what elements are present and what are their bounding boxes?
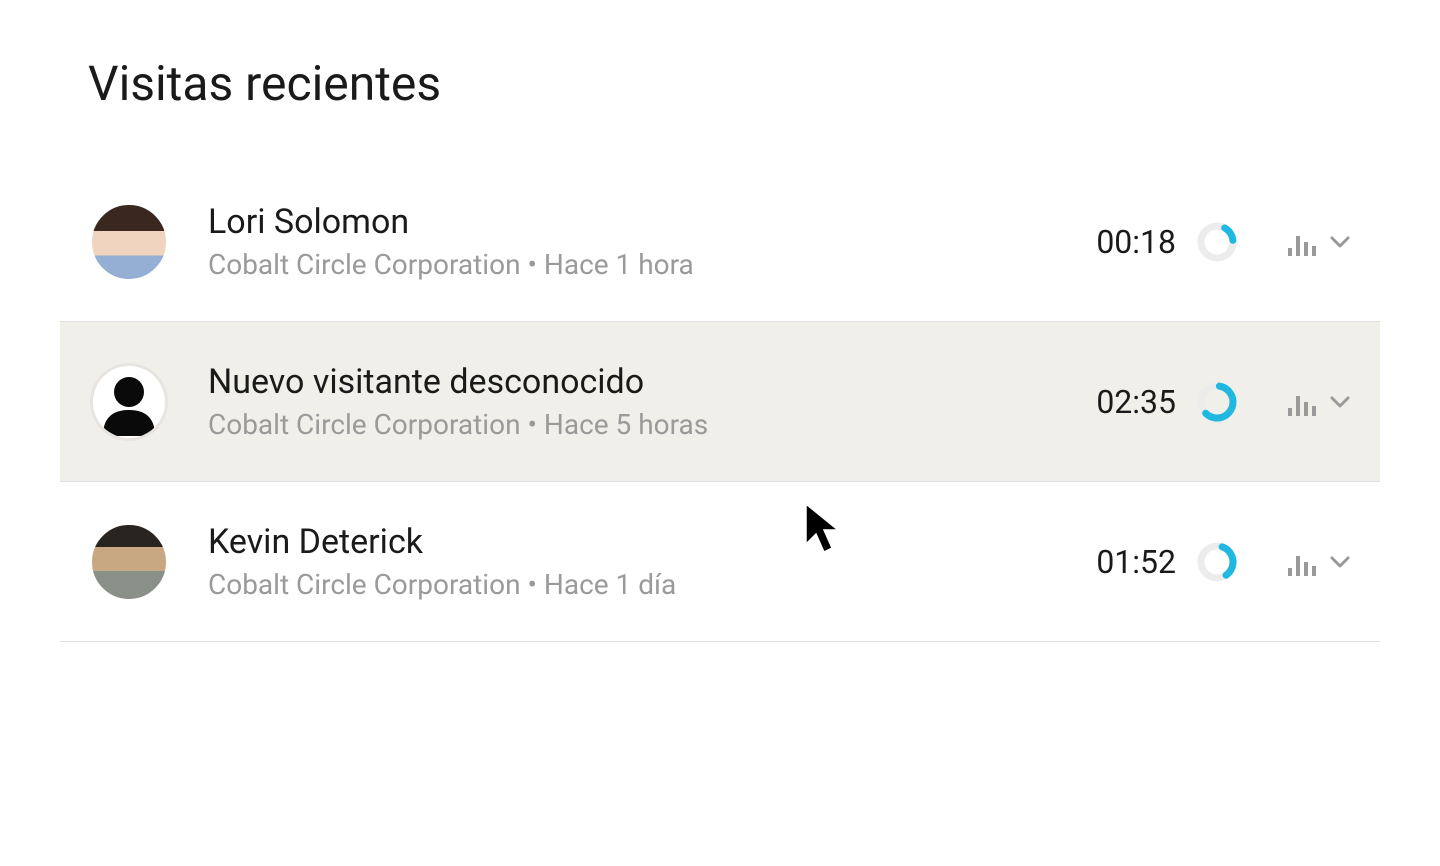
- expand-action[interactable]: [1288, 548, 1350, 576]
- visit-duration: 01:52: [1076, 543, 1176, 581]
- visitor-name: Nuevo visitante desconocido: [208, 362, 1076, 402]
- visitor-time-ago: Hace 5 horas: [544, 408, 708, 441]
- visit-info: Nuevo visitante desconocido Cobalt Circl…: [208, 362, 1076, 441]
- visitor-name: Lori Solomon: [208, 202, 1076, 242]
- bars-icon: [1288, 388, 1318, 416]
- page-title: Visitas recientes: [88, 55, 1380, 112]
- visit-list: Lori Solomon Cobalt Circle Corporation •…: [60, 162, 1380, 642]
- visit-info: Lori Solomon Cobalt Circle Corporation •…: [208, 202, 1076, 281]
- visitor-time-ago: Hace 1 hora: [544, 248, 694, 281]
- avatar: [90, 363, 168, 441]
- visitor-company: Cobalt Circle Corporation: [208, 248, 521, 281]
- visitor-meta: Cobalt Circle Corporation • Hace 1 día: [208, 568, 1076, 601]
- visit-duration: 02:35: [1076, 383, 1176, 421]
- visit-row[interactable]: Kevin Deterick Cobalt Circle Corporation…: [60, 482, 1380, 642]
- visit-row[interactable]: Nuevo visitante desconocido Cobalt Circl…: [60, 322, 1380, 482]
- expand-action[interactable]: [1288, 228, 1350, 256]
- visitor-time-ago: Hace 1 día: [544, 568, 676, 601]
- avatar: [90, 203, 168, 281]
- visitor-meta: Cobalt Circle Corporation • Hace 1 hora: [208, 248, 1076, 281]
- visitor-company: Cobalt Circle Corporation: [208, 568, 521, 601]
- visitor-company: Cobalt Circle Corporation: [208, 408, 521, 441]
- meta-separator: •: [527, 408, 543, 441]
- meta-separator: •: [527, 568, 543, 601]
- person-silhouette-icon: [95, 368, 163, 436]
- bars-icon: [1288, 548, 1318, 576]
- avatar: [90, 523, 168, 601]
- chevron-down-icon: [1330, 556, 1350, 568]
- progress-ring-icon: [1196, 541, 1238, 583]
- visit-row[interactable]: Lori Solomon Cobalt Circle Corporation •…: [60, 162, 1380, 322]
- progress-ring-icon: [1196, 381, 1238, 423]
- chevron-down-icon: [1330, 236, 1350, 248]
- expand-action[interactable]: [1288, 388, 1350, 416]
- visit-info: Kevin Deterick Cobalt Circle Corporation…: [208, 522, 1076, 601]
- progress-ring-icon: [1196, 221, 1238, 263]
- meta-separator: •: [527, 248, 543, 281]
- visitor-meta: Cobalt Circle Corporation • Hace 5 horas: [208, 408, 1076, 441]
- bars-icon: [1288, 228, 1318, 256]
- visitor-name: Kevin Deterick: [208, 522, 1076, 562]
- visit-duration: 00:18: [1076, 223, 1176, 261]
- chevron-down-icon: [1330, 396, 1350, 408]
